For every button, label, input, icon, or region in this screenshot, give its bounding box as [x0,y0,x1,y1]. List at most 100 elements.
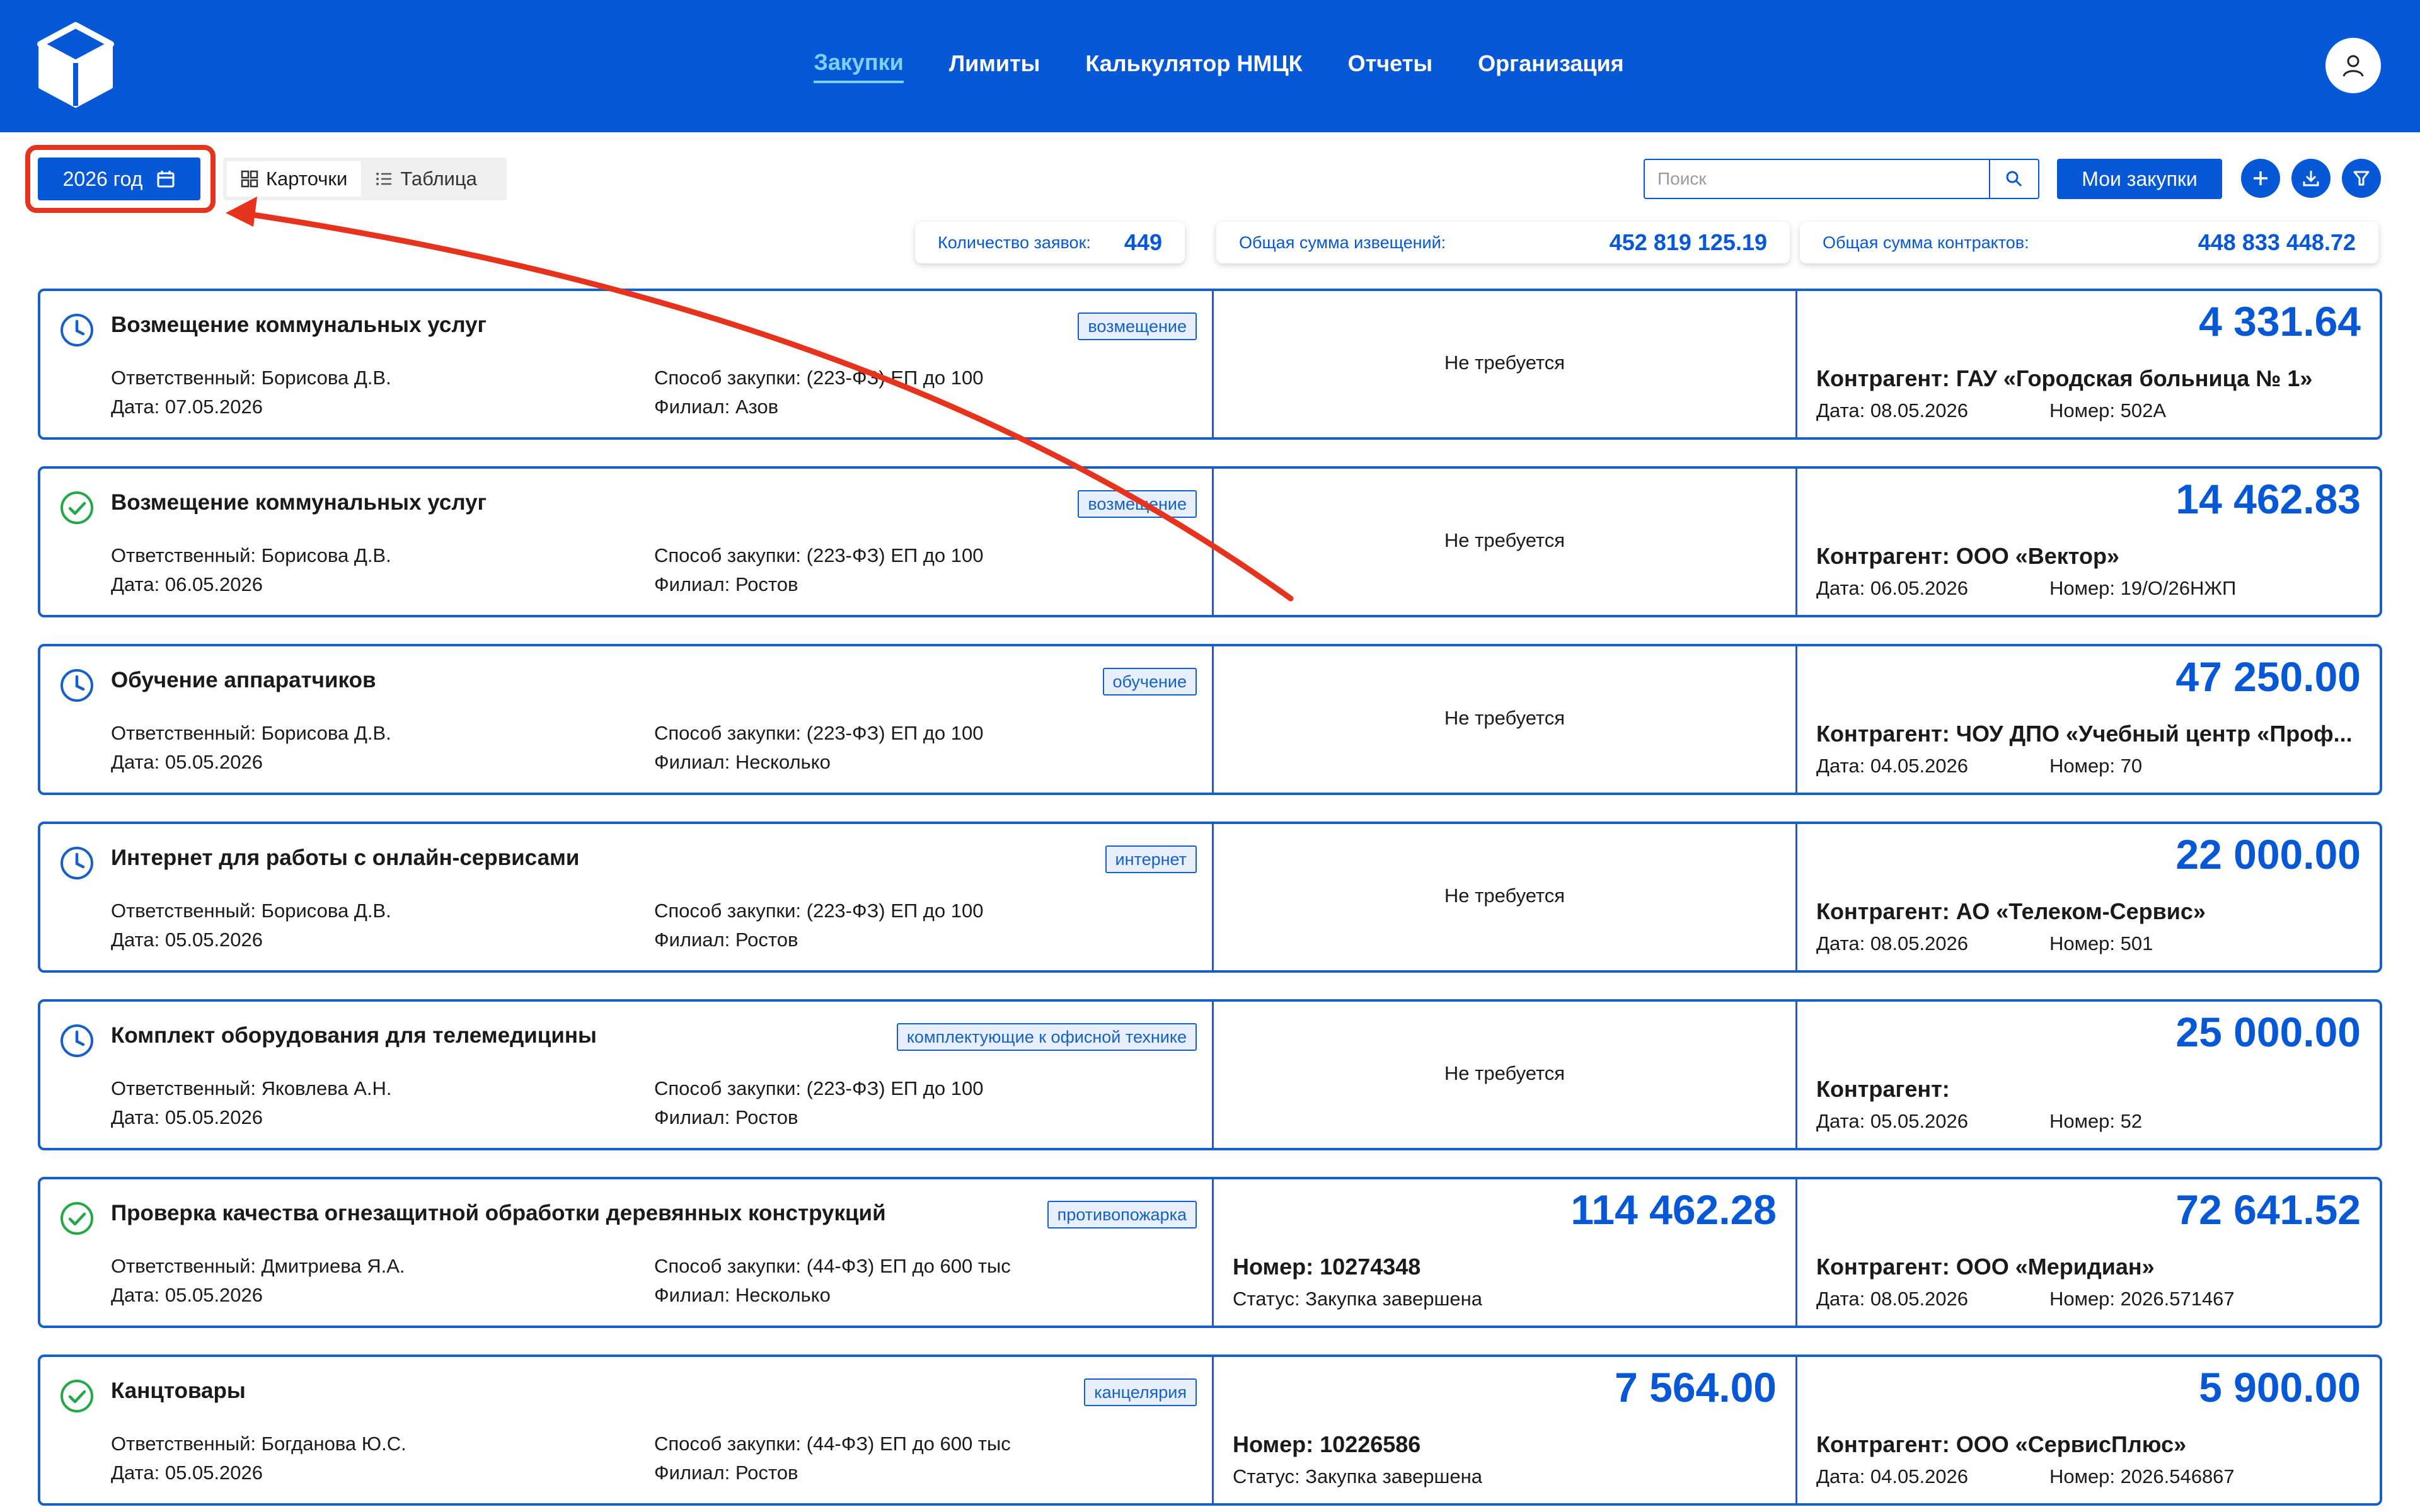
notice-not-required: Не требуется [1444,352,1565,374]
purchase-method: Способ закупки: (223-ФЗ) ЕП до 100 [654,900,984,922]
counterparty: Контрагент: [1816,1076,1950,1102]
stat-count-value: 449 [1124,229,1162,255]
contract-date: Дата: 08.05.2026 [1816,399,1969,421]
branch: Филиал: Азов [654,396,779,418]
notice-amount: 114 462.28 [1570,1186,1777,1233]
purchase-method: Способ закупки: (223-ФЗ) ЕП до 100 [654,367,984,389]
top-header: Закупки Лимиты Калькулятор НМЦК Отчеты О… [0,0,2420,132]
search-input[interactable] [1645,160,1989,198]
nav-item-nmck-calculator[interactable]: Калькулятор НМЦК [1085,50,1302,82]
purchase-card[interactable]: Обучение аппаратчиков обучение Ответстве… [38,644,2382,795]
purchase-card[interactable]: Возмещение коммунальных услуг возмещение… [38,466,2382,617]
card-date: Дата: 05.05.2026 [111,751,263,773]
responsible-person: Ответственный: Борисова Д.В. [111,544,391,566]
card-contract-section: 22 000.00 Контрагент: АО «Телеком-Сервис… [1797,824,2380,970]
user-avatar-button[interactable] [2325,38,2381,93]
card-info-section: Канцтовары канцелярия Ответственный: Бог… [40,1357,1214,1503]
card-contract-section: 72 641.52 Контрагент: ООО «Меридиан» Дат… [1797,1179,2380,1326]
card-notice-section: Не требуется [1214,824,1797,970]
card-date: Дата: 06.05.2026 [111,573,263,595]
notice-amount: 7 564.00 [1615,1364,1777,1411]
category-tag[interactable]: комплектующие к офисной технике [896,1023,1197,1051]
card-contract-section: 47 250.00 Контрагент: ЧОУ ДПО «Учебный ц… [1797,646,2380,793]
contract-date: Дата: 04.05.2026 [1816,755,1969,777]
card-contract-section: 25 000.00 Контрагент: Дата: 05.05.2026 Н… [1797,1002,2380,1148]
card-info-section: Возмещение коммунальных услуг возмещение… [40,469,1214,615]
plus-icon [2254,171,2267,185]
card-title: Интернет для работы с онлайн-сервисами [111,845,580,870]
stat-count-label: Количество заявок: [938,232,1091,252]
completed-check-icon [60,491,93,524]
stat-notices-value: 452 819 125.19 [1609,229,1767,255]
card-date: Дата: 05.05.2026 [111,1462,263,1484]
download-button[interactable] [2291,159,2331,198]
contract-number: Номер: 52 [2049,1110,2143,1132]
contract-date: Дата: 04.05.2026 [1816,1465,1969,1487]
search-box [1644,159,2039,199]
view-cards-button[interactable]: Карточки [227,161,362,197]
contract-number: Номер: 502А [2049,399,2167,421]
grid-icon [241,170,258,188]
category-tag[interactable]: возмещение [1078,312,1197,340]
view-cards-label: Карточки [266,168,348,190]
card-notice-section: 114 462.28 Номер: 10274348 Статус: Закуп… [1214,1179,1797,1326]
stat-contracts-sum: Общая сумма контрактов: 448 833 448.72 [1800,222,2378,263]
purchase-card[interactable]: Проверка качества огнезащитной обработки… [38,1177,2382,1328]
stat-contracts-label: Общая сумма контрактов: [1823,232,2029,252]
category-tag[interactable]: противопожарка [1047,1201,1197,1228]
filter-button[interactable] [2342,159,2381,198]
nav-item-purchases[interactable]: Закупки [814,49,904,83]
contract-number: Номер: 19/О/26НЖП [2049,577,2237,599]
notice-not-required: Не требуется [1444,707,1565,729]
contract-number: Номер: 2026.571467 [2049,1288,2235,1310]
completed-check-icon [60,1202,93,1235]
year-button-highlight [25,145,216,213]
contract-number: Номер: 501 [2049,932,2153,954]
purchase-card[interactable]: Канцтовары канцелярия Ответственный: Бог… [38,1354,2382,1506]
card-date: Дата: 05.05.2026 [111,929,263,951]
add-button[interactable] [2241,159,2280,198]
responsible-person: Ответственный: Борисова Д.В. [111,900,391,922]
card-info-section: Возмещение коммунальных услуг возмещение… [40,291,1214,437]
contract-amount: 25 000.00 [2175,1009,2361,1055]
category-tag[interactable]: возмещение [1078,490,1197,518]
my-purchases-button[interactable]: Мои закупки [2057,159,2222,199]
card-notice-section: 7 564.00 Номер: 10226586 Статус: Закупка… [1214,1357,1797,1503]
purchase-card[interactable]: Возмещение коммунальных услуг возмещение… [38,289,2382,440]
purchase-method: Способ закупки: (223-ФЗ) ЕП до 100 [654,1077,984,1099]
category-tag[interactable]: канцелярия [1084,1378,1197,1406]
card-notice-section: Не требуется [1214,646,1797,793]
contract-date: Дата: 06.05.2026 [1816,577,1969,599]
counterparty: Контрагент: ГАУ «Городская больница № 1» [1816,365,2313,391]
branch: Филиал: Ростов [654,929,798,951]
responsible-person: Ответственный: Борисова Д.В. [111,367,391,389]
purchase-card[interactable]: Интернет для работы с онлайн-сервисами и… [38,822,2382,973]
counterparty: Контрагент: ООО «Вектор» [1816,543,2119,569]
notice-status: Статус: Закупка завершена [1233,1288,1483,1310]
search-button[interactable] [1989,160,2038,198]
purchase-method: Способ закупки: (44-ФЗ) ЕП до 600 тыс [654,1433,1011,1455]
category-tag[interactable]: интернет [1105,845,1197,873]
card-contract-section: 14 462.83 Контрагент: ООО «Вектор» Дата:… [1797,469,2380,615]
contract-date: Дата: 08.05.2026 [1816,932,1969,954]
counterparty: Контрагент: ЧОУ ДПО «Учебный центр «Проф… [1816,721,2353,747]
completed-check-icon [60,1380,93,1412]
nav-item-reports[interactable]: Отчеты [1348,50,1432,82]
card-contract-section: 4 331.64 Контрагент: ГАУ «Городская боль… [1797,291,2380,437]
contract-number: Номер: 70 [2049,755,2143,777]
contract-amount: 14 462.83 [2175,476,2361,522]
purchase-card[interactable]: Комплект оборудования для телемедицины к… [38,999,2382,1150]
card-notice-section: Не требуется [1214,469,1797,615]
branch: Филиал: Ростов [654,573,798,595]
nav-item-limits[interactable]: Лимиты [949,50,1040,82]
notice-status: Статус: Закупка завершена [1233,1465,1483,1487]
card-title: Канцтовары [111,1378,246,1403]
category-tag[interactable]: обучение [1102,668,1197,696]
nav-item-organization[interactable]: Организация [1478,50,1624,82]
card-info-section: Комплект оборудования для телемедицины к… [40,1002,1214,1148]
view-table-button[interactable]: Таблица [361,161,491,197]
contract-amount: 72 641.52 [2175,1186,2361,1233]
download-icon [2303,171,2319,186]
responsible-person: Ответственный: Дмитриева Я.А. [111,1255,405,1277]
view-table-label: Таблица [400,168,477,190]
